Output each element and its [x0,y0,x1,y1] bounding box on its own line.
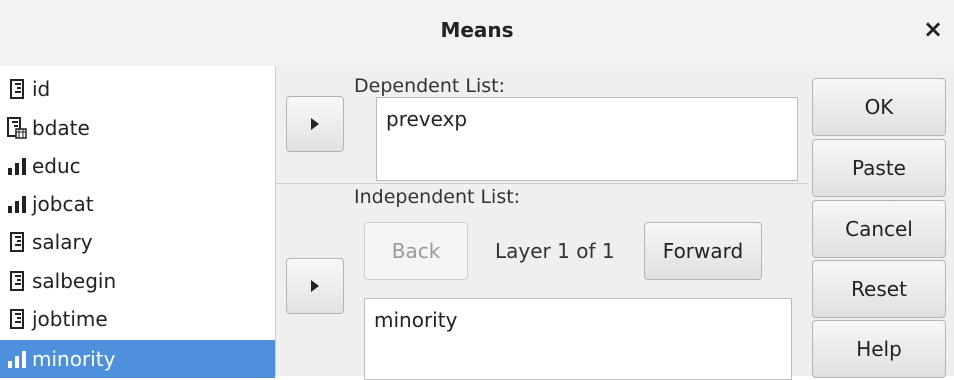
reset-button[interactable]: Reset [812,260,946,318]
variable-item-minority[interactable]: minority [0,340,275,378]
move-to-dependent-button[interactable] [286,96,344,152]
variable-item-id[interactable]: id [0,70,275,108]
arrow-right-icon [311,280,319,292]
independent-list-label: Independent List: [354,186,521,208]
ok-button[interactable]: OK [812,78,946,136]
dialog-title-bar: Means × [0,0,954,67]
variable-label: salbegin [32,269,117,293]
help-button[interactable]: Help [812,320,946,378]
variable-item-salary[interactable]: salary [0,223,275,261]
ordinal-bars-icon [0,185,34,223]
action-buttons-panel: OK Paste Cancel Reset Help [808,66,954,378]
forward-button[interactable]: Forward [644,222,762,280]
scale-ruler-icon [0,223,34,261]
arrow-right-icon [311,118,319,130]
independent-list-item[interactable]: minority [374,308,457,332]
variable-item-jobcat[interactable]: jobcat [0,185,275,223]
move-to-independent-button[interactable] [286,258,344,314]
section-divider [276,183,808,184]
dependent-list-label: Dependent List: [354,75,506,97]
source-variable-list[interactable]: id bdate educ jobcat salary salbegin job… [0,66,276,378]
variable-label: jobcat [32,192,94,216]
close-icon[interactable]: × [920,16,946,42]
variable-item-educ[interactable]: educ [0,147,275,185]
scale-ruler-icon [0,70,34,108]
variable-item-bdate[interactable]: bdate [0,109,275,147]
cancel-button[interactable]: Cancel [812,200,946,258]
dialog-title: Means [440,18,514,42]
ordinal-bars-icon [0,340,34,378]
variable-label: educ [32,154,81,178]
back-button[interactable]: Back [364,222,468,280]
independent-list[interactable]: minority [364,298,792,380]
layer-indicator: Layer 1 of 1 [495,239,615,263]
variable-label: bdate [32,116,90,140]
target-lists-panel: Dependent List: prevexp Independent List… [276,66,808,380]
scale-ruler-icon [0,300,34,338]
variable-item-jobtime[interactable]: jobtime [0,300,275,338]
ordinal-bars-icon [0,147,34,185]
variable-label: jobtime [32,307,108,331]
variable-label: minority [32,347,116,371]
dependent-list[interactable]: prevexp [376,97,798,181]
variable-label: id [32,77,51,101]
date-scale-icon [0,109,34,147]
paste-button[interactable]: Paste [812,139,946,197]
variable-label: salary [32,230,93,254]
dependent-list-item[interactable]: prevexp [386,107,467,131]
scale-ruler-icon [0,262,34,300]
variable-item-salbegin[interactable]: salbegin [0,262,275,300]
